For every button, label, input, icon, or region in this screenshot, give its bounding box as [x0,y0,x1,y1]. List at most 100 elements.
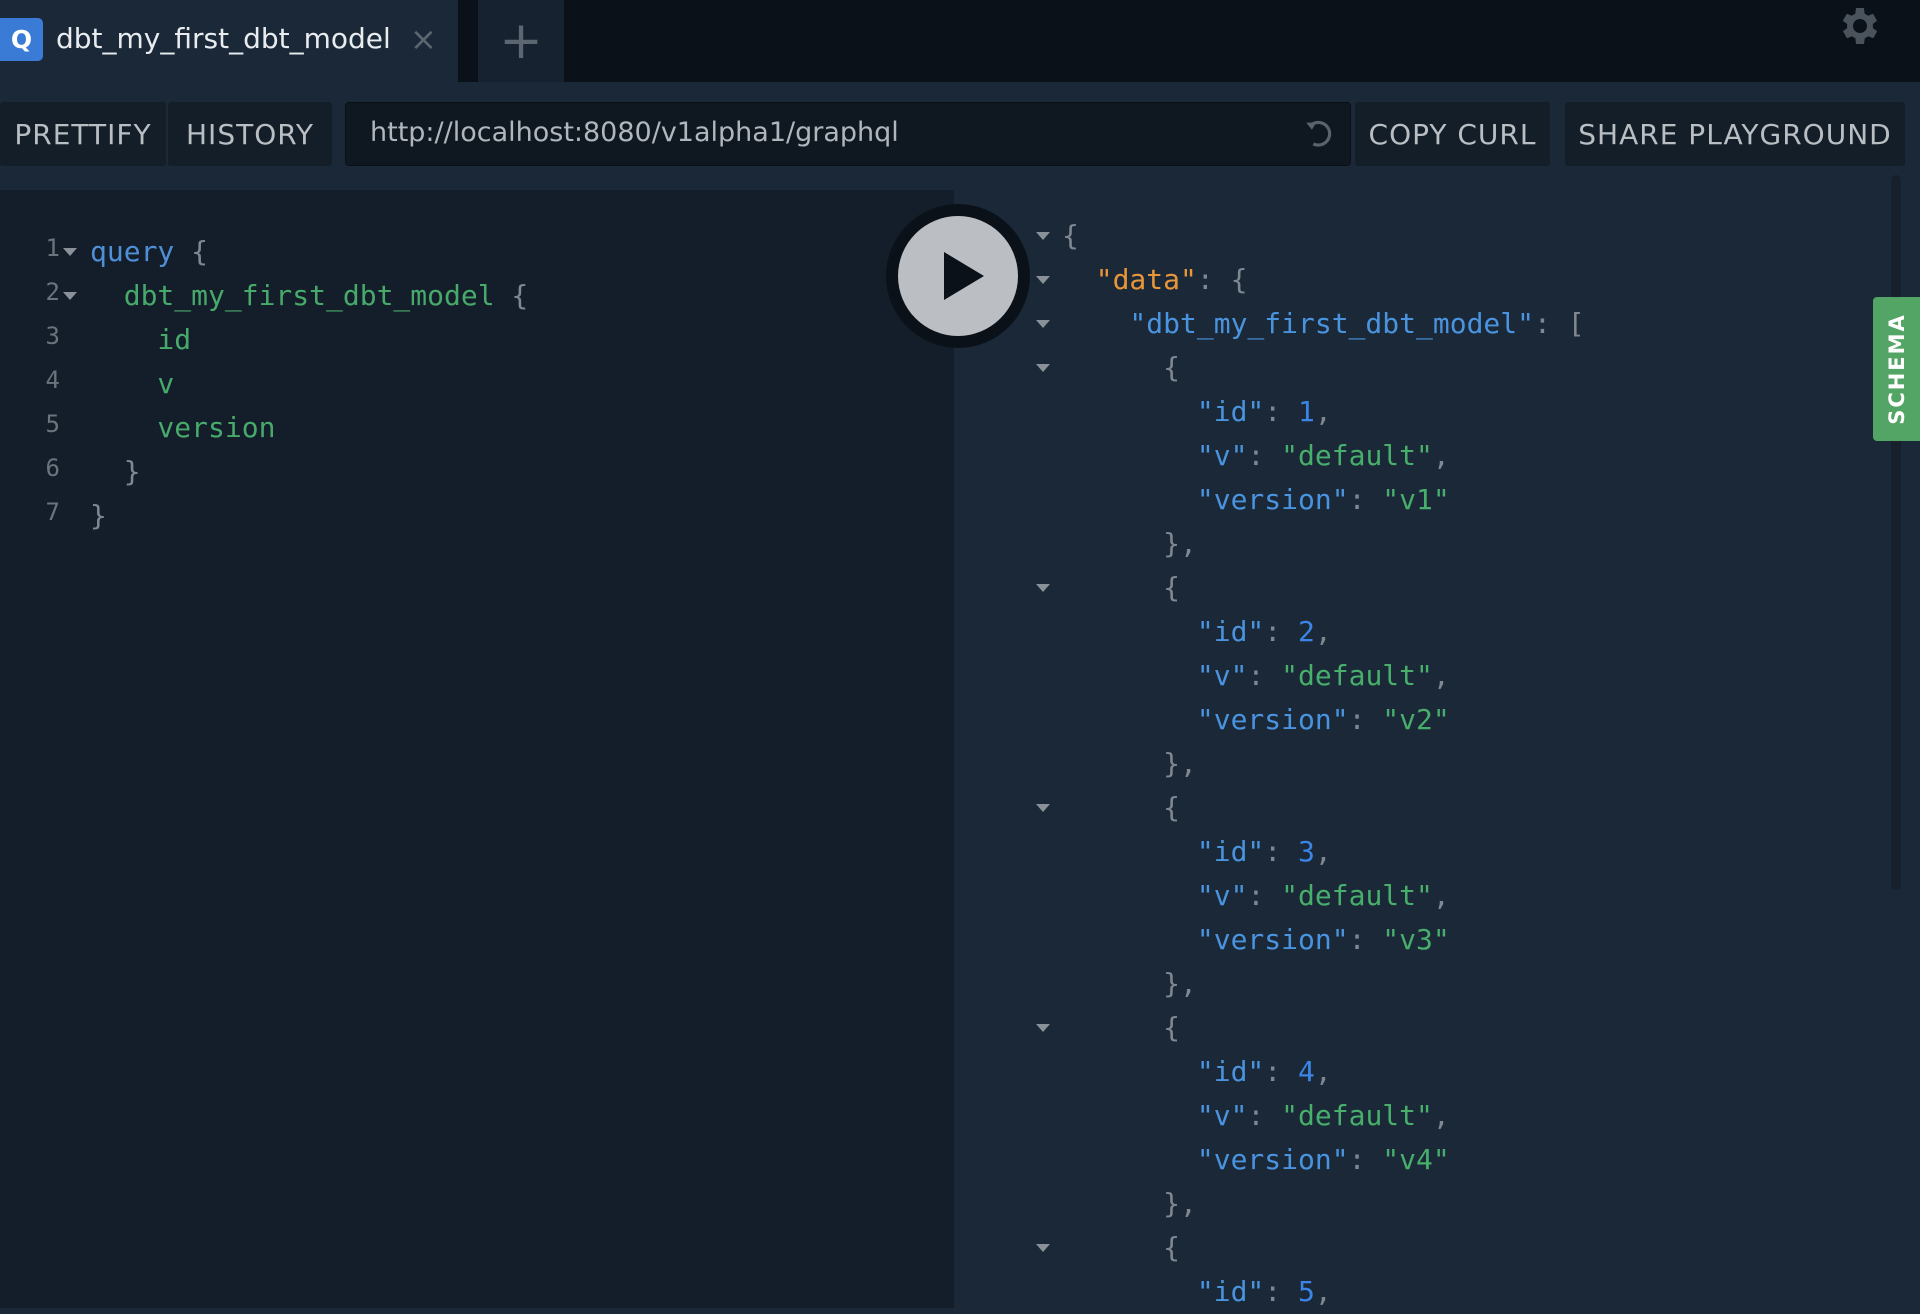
code-line: "id": 1, [1062,390,1332,434]
endpoint-url: http://localhost:8080/v1alpha1/graphql [370,117,899,148]
tab-query[interactable]: Q dbt_my_first_dbt_model × [0,0,458,82]
token-punct: { [1062,219,1079,252]
code-line: "id": 4, [1062,1050,1332,1094]
fold-arrow-icon[interactable] [1036,584,1050,592]
token-punct: : [1264,615,1299,648]
results-scrollbar[interactable] [1891,175,1901,890]
schema-tab[interactable]: SCHEMA [1873,297,1920,441]
share-playground-button[interactable]: SHARE PLAYGROUND [1565,102,1905,166]
token-key: "dbt_my_first_dbt_model" [1062,307,1535,340]
code-line: "id": 3, [1062,830,1332,874]
query-editor[interactable]: 1 query {2 dbt_my_first_dbt_model {3 id 4 … [0,190,954,1308]
token-punct: : [1247,1099,1282,1132]
code-line: { [1062,786,1180,830]
token-punct: , [1432,659,1450,692]
reload-icon[interactable] [1302,117,1336,151]
code-line: "version": "v4" [1062,1138,1450,1182]
token-punct: : [1348,483,1383,516]
query-badge-icon: Q [0,18,43,61]
new-tab-button[interactable]: + [478,0,564,82]
fold-arrow-icon[interactable] [63,292,77,300]
code-line: "version": "v1" [1062,478,1450,522]
code-line: id [90,318,191,362]
copy-curl-button[interactable]: COPY CURL [1355,102,1550,166]
token-string: "default" [1281,439,1433,472]
code-line: "v": "default", [1062,874,1450,918]
code-line: { [1062,346,1180,390]
token-key: "v" [1062,659,1248,692]
token-key: "id" [1062,1275,1265,1308]
code-line: } [90,494,107,538]
fold-arrow-icon[interactable] [1036,232,1050,240]
code-line: { [1062,1226,1180,1270]
fold-arrow-icon[interactable] [1036,804,1050,812]
token-punct: } [90,455,141,488]
token-key: "version" [1062,703,1349,736]
token-string: "v2" [1382,703,1450,736]
token-field: v [90,367,175,400]
code-line: { [1062,566,1180,610]
token-punct: : [ [1534,307,1585,340]
token-punct: , [1314,1275,1332,1308]
fold-arrow-icon[interactable] [1036,364,1050,372]
token-number: 5 [1298,1275,1315,1308]
token-key: "version" [1062,483,1349,516]
gear-icon[interactable] [1836,2,1884,50]
code-line: "version": "v2" [1062,698,1450,742]
token-punct: : [1247,439,1282,472]
token-punct: { [174,235,209,268]
token-data-key: "data" [1062,263,1197,296]
token-punct: , [1314,615,1332,648]
schema-tab-label: SCHEMA [1884,313,1909,425]
token-key: "v" [1062,879,1248,912]
fold-arrow-icon[interactable] [1036,1244,1050,1252]
token-key: "version" [1062,923,1349,956]
token-punct: , [1432,879,1450,912]
token-field: dbt_my_first_dbt_model [90,279,495,312]
token-number: 4 [1298,1055,1315,1088]
fold-arrow-icon[interactable] [1036,1024,1050,1032]
token-punct: , [1314,395,1332,428]
endpoint-input[interactable]: http://localhost:8080/v1alpha1/graphql [345,102,1351,166]
execute-query-button[interactable] [886,204,1030,348]
close-icon[interactable]: × [410,20,437,58]
tab-title: dbt_my_first_dbt_model [56,22,391,55]
line-number: 1 [45,234,60,262]
tab-bar: Q dbt_my_first_dbt_model × + [0,0,1920,82]
token-key: "version" [1062,1143,1349,1176]
token-punct: { [1062,571,1181,604]
prettify-button[interactable]: PRETTIFY [0,102,166,166]
fold-arrow-icon[interactable] [1036,320,1050,328]
token-punct: , [1432,439,1450,472]
token-punct: , [1314,1055,1332,1088]
token-punct: { [494,279,529,312]
fold-arrow-icon[interactable] [63,248,77,256]
code-line: { [1062,214,1079,258]
token-punct: , [1432,1099,1450,1132]
token-punct: }, [1062,747,1197,780]
line-number: 6 [45,454,60,482]
token-key: "v" [1062,1099,1248,1132]
code-line: "data": { [1062,258,1248,302]
token-field: id [90,323,192,356]
code-line: query { [90,230,208,274]
line-number: 3 [45,322,60,350]
token-punct: : [1264,395,1299,428]
token-key: "id" [1062,1055,1265,1088]
code-line: "id": 5, [1062,1270,1332,1314]
code-line: "v": "default", [1062,434,1450,478]
code-line: "v": "default", [1062,1094,1450,1138]
token-punct: : [1264,1275,1299,1308]
token-punct: { [1062,1011,1181,1044]
token-punct: { [1062,791,1181,824]
token-punct: : [1348,923,1383,956]
result-viewer: { "data": { "dbt_my_first_dbt_model": [ … [954,190,1920,1308]
token-string: "v3" [1382,923,1450,956]
token-key: "v" [1062,439,1248,472]
token-punct: , [1314,835,1332,868]
token-key: "id" [1062,615,1265,648]
token-punct: { [1062,1231,1181,1264]
fold-arrow-icon[interactable] [1036,276,1050,284]
line-number: 5 [45,410,60,438]
history-button[interactable]: HISTORY [168,102,332,166]
